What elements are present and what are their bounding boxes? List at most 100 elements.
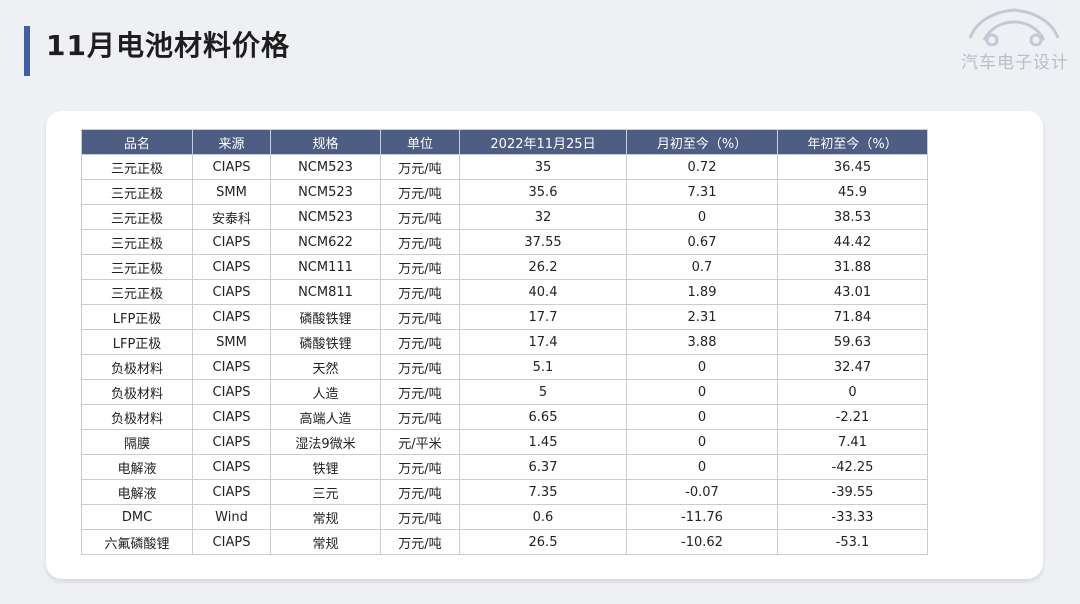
cell-product-name: 负极材料: [81, 354, 193, 380]
table-row: LFP正极 CIAPS 磷酸铁锂 万元/吨 17.7 2.31 71.84: [81, 304, 928, 330]
cell-spec: NCM622: [270, 229, 381, 255]
cell-ytd-change: 36.45: [777, 154, 928, 180]
brand-logo: 汽车电子设计: [952, 2, 1078, 73]
column-header-product-name: 品名: [81, 129, 193, 155]
cell-price: 17.4: [459, 329, 627, 355]
cell-spec: 三元: [270, 479, 381, 505]
cell-product-name: DMC: [81, 504, 193, 530]
column-header-price: 2022年11月25日: [459, 129, 627, 155]
table-body: 三元正极 CIAPS NCM523 万元/吨 35 0.72 36.45 三元正极 SMM NCM…: [81, 154, 928, 555]
cell-price: 5.1: [459, 354, 627, 380]
cell-mtd-change: 0: [626, 454, 778, 480]
cell-price: 37.55: [459, 229, 627, 255]
cell-spec: 湿法9微米: [270, 429, 381, 455]
table-row: 隔膜 CIAPS 湿法9微米 元/平米 1.45 0 7.41: [81, 429, 928, 455]
cell-spec: 人造: [270, 379, 381, 405]
cell-mtd-change: 0.67: [626, 229, 778, 255]
cell-unit: 万元/吨: [380, 479, 460, 505]
cell-price: 6.37: [459, 454, 627, 480]
cell-product-name: 三元正极: [81, 254, 193, 280]
cell-mtd-change: 0.72: [626, 154, 778, 180]
cell-unit: 元/平米: [380, 429, 460, 455]
cell-product-name: 三元正极: [81, 154, 193, 180]
cell-mtd-change: -10.62: [626, 529, 778, 555]
cell-spec: 常规: [270, 504, 381, 530]
cell-mtd-change: -0.07: [626, 479, 778, 505]
cell-mtd-change: 0: [626, 429, 778, 455]
cell-spec: 常规: [270, 529, 381, 555]
cell-unit: 万元/吨: [380, 154, 460, 180]
cell-unit: 万元/吨: [380, 204, 460, 230]
cell-ytd-change: 7.41: [777, 429, 928, 455]
cell-price: 32: [459, 204, 627, 230]
logo-text: 汽车电子设计: [961, 53, 1069, 73]
cell-mtd-change: 0: [626, 379, 778, 405]
cell-product-name: 电解液: [81, 479, 193, 505]
table-row: 三元正极 安泰科 NCM523 万元/吨 32 0 38.53: [81, 204, 928, 230]
cell-spec: 铁锂: [270, 454, 381, 480]
cell-unit: 万元/吨: [380, 529, 460, 555]
cell-source: CIAPS: [192, 404, 271, 430]
cell-product-name: 负极材料: [81, 379, 193, 405]
cell-spec: NCM523: [270, 154, 381, 180]
cell-source: CIAPS: [192, 479, 271, 505]
cell-unit: 万元/吨: [380, 454, 460, 480]
cell-unit: 万元/吨: [380, 229, 460, 255]
cell-source: SMM: [192, 329, 271, 355]
cell-ytd-change: -33.33: [777, 504, 928, 530]
cell-spec: NCM523: [270, 204, 381, 230]
cell-ytd-change: 31.88: [777, 254, 928, 280]
cell-product-name: LFP正极: [81, 304, 193, 330]
cell-spec: 磷酸铁锂: [270, 304, 381, 330]
cell-mtd-change: 3.88: [626, 329, 778, 355]
cell-source: CIAPS: [192, 304, 271, 330]
cell-source: CIAPS: [192, 229, 271, 255]
cell-unit: 万元/吨: [380, 404, 460, 430]
cell-source: 安泰科: [192, 204, 271, 230]
cell-unit: 万元/吨: [380, 179, 460, 205]
cell-unit: 万元/吨: [380, 354, 460, 380]
table-row: LFP正极 SMM 磷酸铁锂 万元/吨 17.4 3.88 59.63: [81, 329, 928, 355]
cell-mtd-change: 0.7: [626, 254, 778, 280]
cell-price: 1.45: [459, 429, 627, 455]
cell-spec: NCM811: [270, 279, 381, 305]
table-header-row: 品名 来源 规格 单位 2022年11月25日 月初至今（%） 年初至今（%）: [81, 129, 928, 155]
table-row: 电解液 CIAPS 铁锂 万元/吨 6.37 0 -42.25: [81, 454, 928, 480]
car-outline-icon: [968, 8, 1060, 46]
cell-ytd-change: 71.84: [777, 304, 928, 330]
cell-source: Wind: [192, 504, 271, 530]
cell-product-name: 电解液: [81, 454, 193, 480]
cell-unit: 万元/吨: [380, 279, 460, 305]
column-header-source: 来源: [192, 129, 271, 155]
cell-source: CIAPS: [192, 429, 271, 455]
cell-source: CIAPS: [192, 529, 271, 555]
cell-ytd-change: 38.53: [777, 204, 928, 230]
cell-product-name: 三元正极: [81, 204, 193, 230]
column-header-spec: 规格: [270, 129, 381, 155]
cell-unit: 万元/吨: [380, 504, 460, 530]
cell-product-name: 负极材料: [81, 404, 193, 430]
cell-unit: 万元/吨: [380, 379, 460, 405]
cell-price: 35.6: [459, 179, 627, 205]
cell-ytd-change: 0: [777, 379, 928, 405]
cell-ytd-change: -39.55: [777, 479, 928, 505]
cell-source: SMM: [192, 179, 271, 205]
cell-source: CIAPS: [192, 254, 271, 280]
cell-source: CIAPS: [192, 279, 271, 305]
column-header-ytd-change: 年初至今（%）: [777, 129, 928, 155]
cell-product-name: 三元正极: [81, 229, 193, 255]
table-row: 负极材料 CIAPS 人造 万元/吨 5 0 0: [81, 379, 928, 405]
cell-spec: 磷酸铁锂: [270, 329, 381, 355]
cell-price: 35: [459, 154, 627, 180]
cell-product-name: 三元正极: [81, 279, 193, 305]
cell-price: 40.4: [459, 279, 627, 305]
page-title: 11月电池材料价格: [46, 29, 290, 62]
cell-price: 17.7: [459, 304, 627, 330]
cell-price: 5: [459, 379, 627, 405]
table-row: 三元正极 CIAPS NCM811 万元/吨 40.4 1.89 43.01: [81, 279, 928, 305]
cell-spec: NCM523: [270, 179, 381, 205]
cell-ytd-change: -53.1: [777, 529, 928, 555]
cell-price: 26.2: [459, 254, 627, 280]
cell-price: 7.35: [459, 479, 627, 505]
cell-price: 26.5: [459, 529, 627, 555]
